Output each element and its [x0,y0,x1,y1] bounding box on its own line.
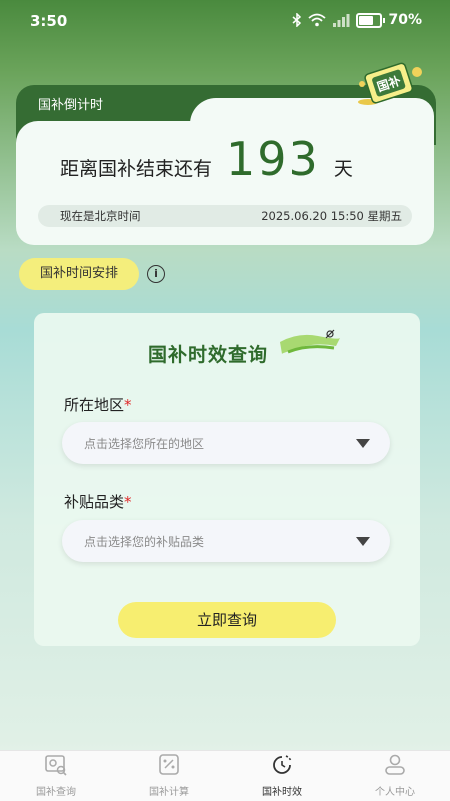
caret-down-icon [356,537,370,546]
category-label: 补贴品类* [64,491,132,512]
beijing-datetime: 2025.06.20 15:50 星期五 [261,209,402,223]
status-time: 3:50 [30,12,68,30]
countdown-suffix: 天 [333,158,353,180]
region-required-mark: * [124,396,132,414]
tab-profile-label: 个人中心 [375,787,415,798]
battery-icon [356,12,386,28]
tab-profile[interactable]: 个人中心 [339,752,450,798]
region-select[interactable]: 点击选择您所在的地区 [62,422,390,464]
search-card-icon [45,755,67,776]
status-bar: 3:50 70% [0,0,450,44]
signal-icon [333,14,350,27]
user-icon [385,754,405,775]
category-placeholder: 点击选择您的补贴品类 [84,535,205,549]
tab-query-label: 国补查询 [36,787,76,798]
countdown-days: 193 [226,132,320,186]
region-placeholder: 点击选择您所在的地区 [84,437,205,451]
tab-timeliness[interactable]: 国补时效 [226,752,338,798]
clock-icon [273,755,292,774]
countdown-prefix: 距离国补结束还有 [60,158,213,180]
battery-percent: 70% [388,12,422,28]
beijing-time-label: 现在是北京时间 [60,209,141,223]
tab-calculate-label: 国补计算 [149,787,189,798]
submit-query-button[interactable]: 立即查询 [118,602,336,638]
region-label-text: 所在地区 [64,396,125,414]
guobu-ticket-badge-icon: 国补 [358,62,422,105]
brush-stroke-decoration-icon [280,329,340,354]
category-label-text: 补贴品类 [64,493,125,511]
tab-timeliness-label: 国补时效 [262,787,302,798]
calculator-icon [159,754,179,775]
info-icon[interactable]: i [147,265,165,283]
caret-down-icon [356,439,370,448]
query-title: 国补时效查询 [148,344,269,366]
tab-calculate[interactable]: 国补计算 [113,752,225,798]
tab-query[interactable]: 国补查询 [0,752,112,798]
wifi-icon [308,13,327,27]
status-icons: 70% [292,12,422,28]
category-select[interactable]: 点击选择您的补贴品类 [62,520,390,562]
schedule-button[interactable]: 国补时间安排 [19,258,139,290]
bluetooth-icon [292,13,302,27]
countdown-row: 距离国补结束还有 193 天 [60,132,353,186]
beijing-time-strip: 现在是北京时间 2025.06.20 15:50 星期五 [38,205,412,227]
region-label: 所在地区* [64,394,132,415]
category-required-mark: * [124,493,132,511]
countdown-tab-label: 国补倒计时 [38,98,104,113]
